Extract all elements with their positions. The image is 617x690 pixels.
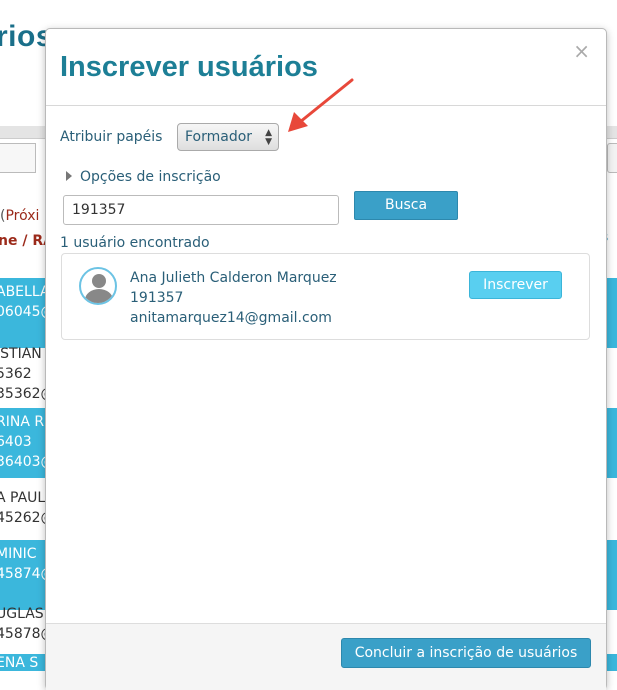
results-count: 1 usuário encontrado bbox=[60, 235, 210, 251]
annotation-arrow-icon bbox=[288, 78, 354, 132]
finish-enrolment-button[interactable]: Concluir a inscrição de usuários bbox=[341, 638, 591, 668]
expand-triangle-icon bbox=[66, 171, 72, 181]
close-icon[interactable]: × bbox=[573, 39, 590, 63]
enrol-options-label: Opções de inscrição bbox=[80, 169, 221, 185]
enroll-button[interactable]: Inscrever bbox=[469, 271, 562, 299]
pagination: (Próxi bbox=[0, 208, 40, 224]
enrol-options-toggle[interactable]: Opções de inscrição bbox=[66, 169, 221, 185]
user-result-card: Ana Julieth Calderon Marquez 191357 anit… bbox=[61, 253, 590, 340]
next-page-link[interactable]: Próxi bbox=[5, 208, 39, 224]
search-input[interactable] bbox=[63, 195, 339, 225]
background-input[interactable] bbox=[0, 143, 36, 173]
role-select-value: Formador bbox=[185, 129, 253, 145]
role-label: Atribuir papéis bbox=[60, 129, 163, 145]
select-arrows-icon: ▲ ▼ bbox=[265, 128, 272, 147]
user-id: 191357 bbox=[130, 290, 184, 306]
search-button[interactable]: Busca bbox=[354, 191, 458, 220]
dialog-footer: Concluir a inscrição de usuários bbox=[46, 623, 606, 690]
role-select[interactable]: Formador ▲ ▼ bbox=[177, 123, 279, 151]
background-button[interactable] bbox=[607, 143, 617, 173]
avatar bbox=[79, 267, 117, 305]
user-name: Ana Julieth Calderon Marquez bbox=[130, 270, 337, 286]
user-email: anitamarquez14@gmail.com bbox=[130, 310, 332, 326]
